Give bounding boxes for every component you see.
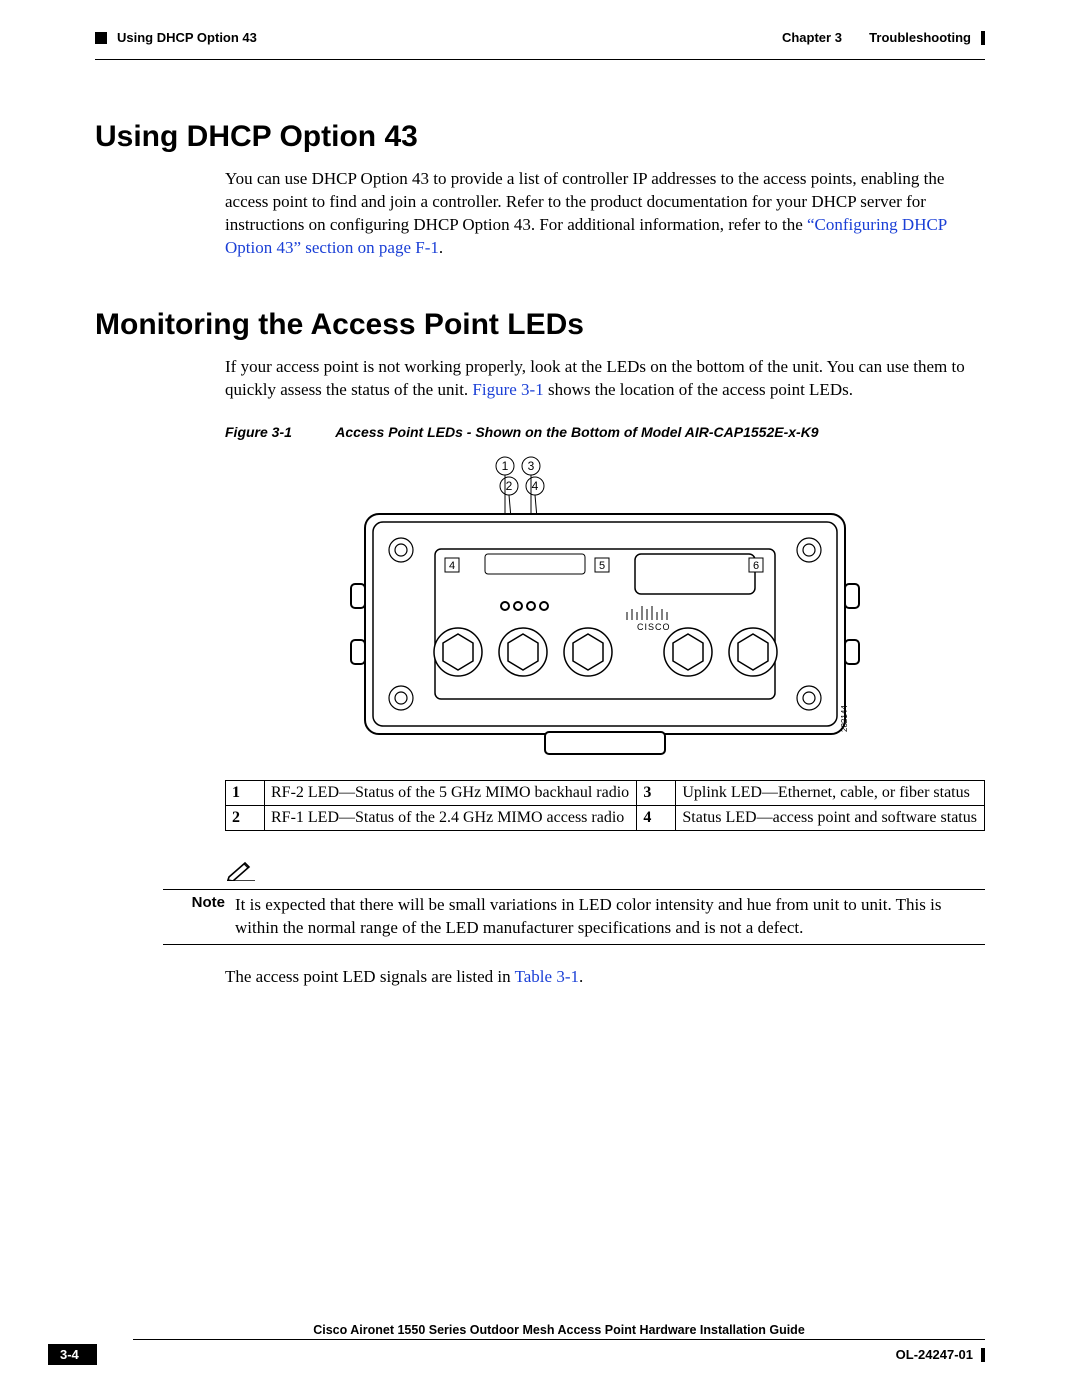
legend-num: 2 [226,805,265,830]
legend-desc: RF-2 LED—Status of the 5 GHz MIMO backha… [265,780,637,805]
svg-text:1: 1 [502,459,509,473]
table-row: 2 RF-1 LED—Status of the 2.4 GHz MIMO ac… [226,805,985,830]
svg-text:5: 5 [599,560,605,572]
cisco-logo-text: CISCO [637,622,671,632]
running-header: Using DHCP Option 43 Chapter 3 Troublesh… [95,30,985,45]
legend-num: 1 [226,780,265,805]
legend-desc: RF-1 LED—Status of the 2.4 GHz MIMO acce… [265,805,637,830]
figure-id: 282144 [840,704,849,731]
legend-desc: Status LED—access point and software sta… [676,805,985,830]
footer-bar-icon [981,1348,985,1362]
para-text-tail: shows the location of the access point L… [544,380,853,399]
legend-num: 3 [637,780,676,805]
svg-text:4: 4 [532,479,539,493]
link-table-3-1[interactable]: Table 3-1 [515,967,579,986]
paragraph-dhcp: You can use DHCP Option 43 to provide a … [225,168,985,260]
heading-monitoring-leds: Monitoring the Access Point LEDs [95,308,985,342]
figure-diagram: 1 3 2 4 [225,454,985,764]
note-block: Note It is expected that there will be s… [163,859,985,945]
header-chapter: Chapter 3 [782,30,842,45]
svg-text:2: 2 [506,479,513,493]
header-left-text: Using DHCP Option 43 [117,30,257,45]
table-row: 1 RF-2 LED—Status of the 5 GHz MIMO back… [226,780,985,805]
svg-text:6: 6 [753,560,759,572]
para-text-tail: . [439,238,443,257]
figure-label: Figure 3-1 [225,424,292,440]
paragraph-monitoring: If your access point is not working prop… [225,356,985,402]
heading-dhcp-option-43: Using DHCP Option 43 [95,120,985,154]
page-number: 3-4 [48,1344,97,1365]
link-figure-3-1[interactable]: Figure 3-1 [472,380,543,399]
footer-rule [133,1339,985,1340]
legend-num: 4 [637,805,676,830]
note-label: Note [163,894,235,940]
pencil-icon [227,859,985,887]
header-marker-icon [95,32,107,44]
svg-text:4: 4 [449,560,455,572]
header-rule [95,59,985,60]
svg-text:3: 3 [528,459,535,473]
footer-doc-id: OL-24247-01 [896,1347,973,1362]
access-point-diagram: 1 3 2 4 [345,454,865,764]
page-footer: Cisco Aironet 1550 Series Outdoor Mesh A… [48,1323,985,1365]
header-title: Troubleshooting [869,30,971,45]
para-text: The access point LED signals are listed … [225,967,515,986]
para-text-tail: . [579,967,583,986]
figure-title: Access Point LEDs - Shown on the Bottom … [335,424,818,440]
header-bar-icon [981,31,985,45]
note-text: It is expected that there will be small … [235,894,985,940]
led-legend-table: 1 RF-2 LED—Status of the 5 GHz MIMO back… [225,780,985,831]
figure-caption: Figure 3-1 Access Point LEDs - Shown on … [225,424,985,440]
paragraph-after-note: The access point LED signals are listed … [225,967,985,987]
legend-desc: Uplink LED—Ethernet, cable, or fiber sta… [676,780,985,805]
footer-doc-title: Cisco Aironet 1550 Series Outdoor Mesh A… [133,1323,985,1337]
